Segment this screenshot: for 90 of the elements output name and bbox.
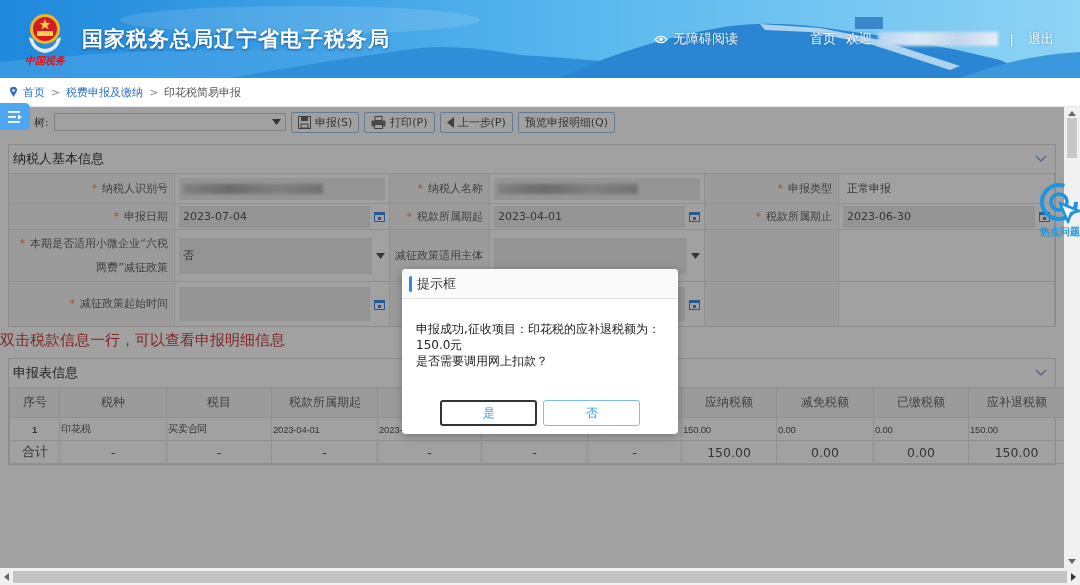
eye-icon (653, 34, 668, 44)
table-cell: 0.00 (907, 444, 935, 460)
table-cell: 1 (31, 423, 38, 435)
field-label: 减征政策适用主体 (395, 247, 483, 264)
dialog-title: 提示框 (417, 274, 456, 293)
caret-icon[interactable] (691, 252, 700, 259)
table-cell: - (427, 444, 432, 460)
hot-issues-link[interactable]: 热点问题 (1038, 182, 1080, 239)
field-label: * 申报日期 (113, 208, 168, 225)
toolbar-button[interactable]: 打印(P) (364, 111, 435, 133)
chevron-down-icon[interactable] (1035, 155, 1047, 163)
scroll-thumb[interactable] (13, 571, 1067, 583)
table-cell: 0.00 (811, 444, 839, 460)
breadcrumb-current: 印花税简易申报 (164, 84, 242, 100)
left-triangle-icon (446, 116, 454, 128)
scroll-left-icon[interactable] (4, 573, 9, 581)
confirm-button[interactable]: 是 (440, 400, 537, 426)
caret-icon[interactable] (271, 119, 281, 125)
calendar-icon[interactable] (374, 298, 385, 310)
column-header: 税目 (207, 395, 231, 409)
scroll-down-icon[interactable] (1068, 559, 1076, 564)
table-cell: 0.00 (778, 423, 796, 435)
table-cell: 2023- (379, 423, 403, 435)
table-cell: 150.00 (707, 444, 751, 460)
toolbar-button[interactable]: 申报(S) (290, 111, 360, 133)
site-title: 国家税务总局辽宁省电子税务局 (82, 26, 390, 53)
calendar-icon[interactable] (689, 298, 700, 310)
home-link[interactable]: 首页 (809, 30, 836, 48)
field-label: * 本期是否适用小微企业“六税两费”减征政策 (18, 235, 168, 276)
table-cell: 150.00 (970, 423, 998, 435)
column-header: 应补退税额 (986, 395, 1047, 409)
column-header: 应纳税额 (705, 395, 753, 409)
calendar-icon[interactable] (374, 211, 385, 222)
breadcrumb-separator: > (149, 85, 159, 99)
table-cell: 0.00 (875, 423, 893, 435)
field-label: * 纳税人名称 (417, 180, 483, 197)
calendar-icon[interactable] (1039, 211, 1050, 222)
select-field[interactable] (494, 237, 687, 274)
logo-text: 中国税务 (25, 55, 65, 67)
column-header: 税款所属期起 (288, 395, 361, 409)
breadcrumb-separator: > (51, 85, 61, 99)
scroll-up-icon[interactable] (1068, 111, 1076, 116)
hint-text: 双击税款信息一行，可以查看申报明细信息 (0, 331, 285, 350)
field-label: * 减征政策起始时间 (69, 296, 168, 312)
menu-icon (8, 110, 22, 123)
column-header: 减免税额 (801, 395, 849, 409)
table-cell: - (110, 444, 116, 460)
column-header: 税种 (101, 395, 125, 409)
floppy-icon (297, 115, 311, 129)
toolbar-button[interactable]: 上一步(P) (439, 111, 513, 133)
field-label: * 纳税人识别号 (91, 180, 168, 197)
table-cell: 150.00 (683, 423, 711, 435)
section-title: 申报表信息 (13, 364, 78, 382)
location-pin-icon (10, 87, 17, 97)
printer-icon (371, 115, 387, 129)
field-label: * 税款所属期止 (755, 208, 832, 225)
menu-button[interactable] (0, 103, 30, 130)
table-cell: 印花税 (61, 422, 91, 434)
scroll-thumb[interactable] (1067, 118, 1077, 158)
table-cell: 150.00 (994, 444, 1039, 460)
field-label: * 申报类型 (777, 180, 832, 197)
caret-icon[interactable] (376, 252, 385, 259)
accessibility-link[interactable]: 无障碍阅读 (653, 30, 738, 48)
table-cell: 合计 (21, 443, 48, 459)
section-title: 纳税人基本信息 (13, 150, 104, 168)
date-field[interactable]: 2023-07-04 (179, 205, 370, 228)
table-cell: - (532, 444, 537, 460)
field-label: * 税款所属期起 (406, 208, 483, 225)
tree-label: 树: (34, 114, 49, 130)
select-field[interactable]: 否 (179, 237, 372, 274)
date-field[interactable]: 2023-06-30 (843, 205, 1035, 228)
toolbar-button[interactable]: 预览申报明细(Q) (517, 111, 615, 133)
date-field[interactable]: 2023-04-01 (494, 205, 685, 228)
table-cell: - (216, 444, 222, 460)
column-header: 已缴税额 (897, 395, 945, 409)
scroll-right-icon[interactable] (1071, 573, 1076, 581)
table-cell: 2023-04-01 (273, 423, 320, 435)
breadcrumb-link[interactable]: 税费申报及缴纳 (66, 84, 144, 100)
column-header: 序号 (22, 395, 47, 409)
separator-text: | (1009, 31, 1014, 47)
value-text: 正常申报 (846, 181, 892, 197)
table-cell: 买卖合同 (168, 422, 208, 434)
cancel-button[interactable]: 否 (543, 400, 640, 426)
calendar-icon[interactable] (689, 211, 700, 222)
dialog-message: 申报成功,征收项目：印花税的应补退税额为：150.0元 (416, 321, 661, 353)
dialog-message: 是否需要调用网上扣款？ (416, 353, 549, 369)
table-cell: - (632, 444, 637, 460)
table-cell: - (322, 444, 327, 460)
chevron-down-icon[interactable] (1035, 369, 1047, 377)
breadcrumb-link[interactable]: 首页 (23, 84, 45, 100)
